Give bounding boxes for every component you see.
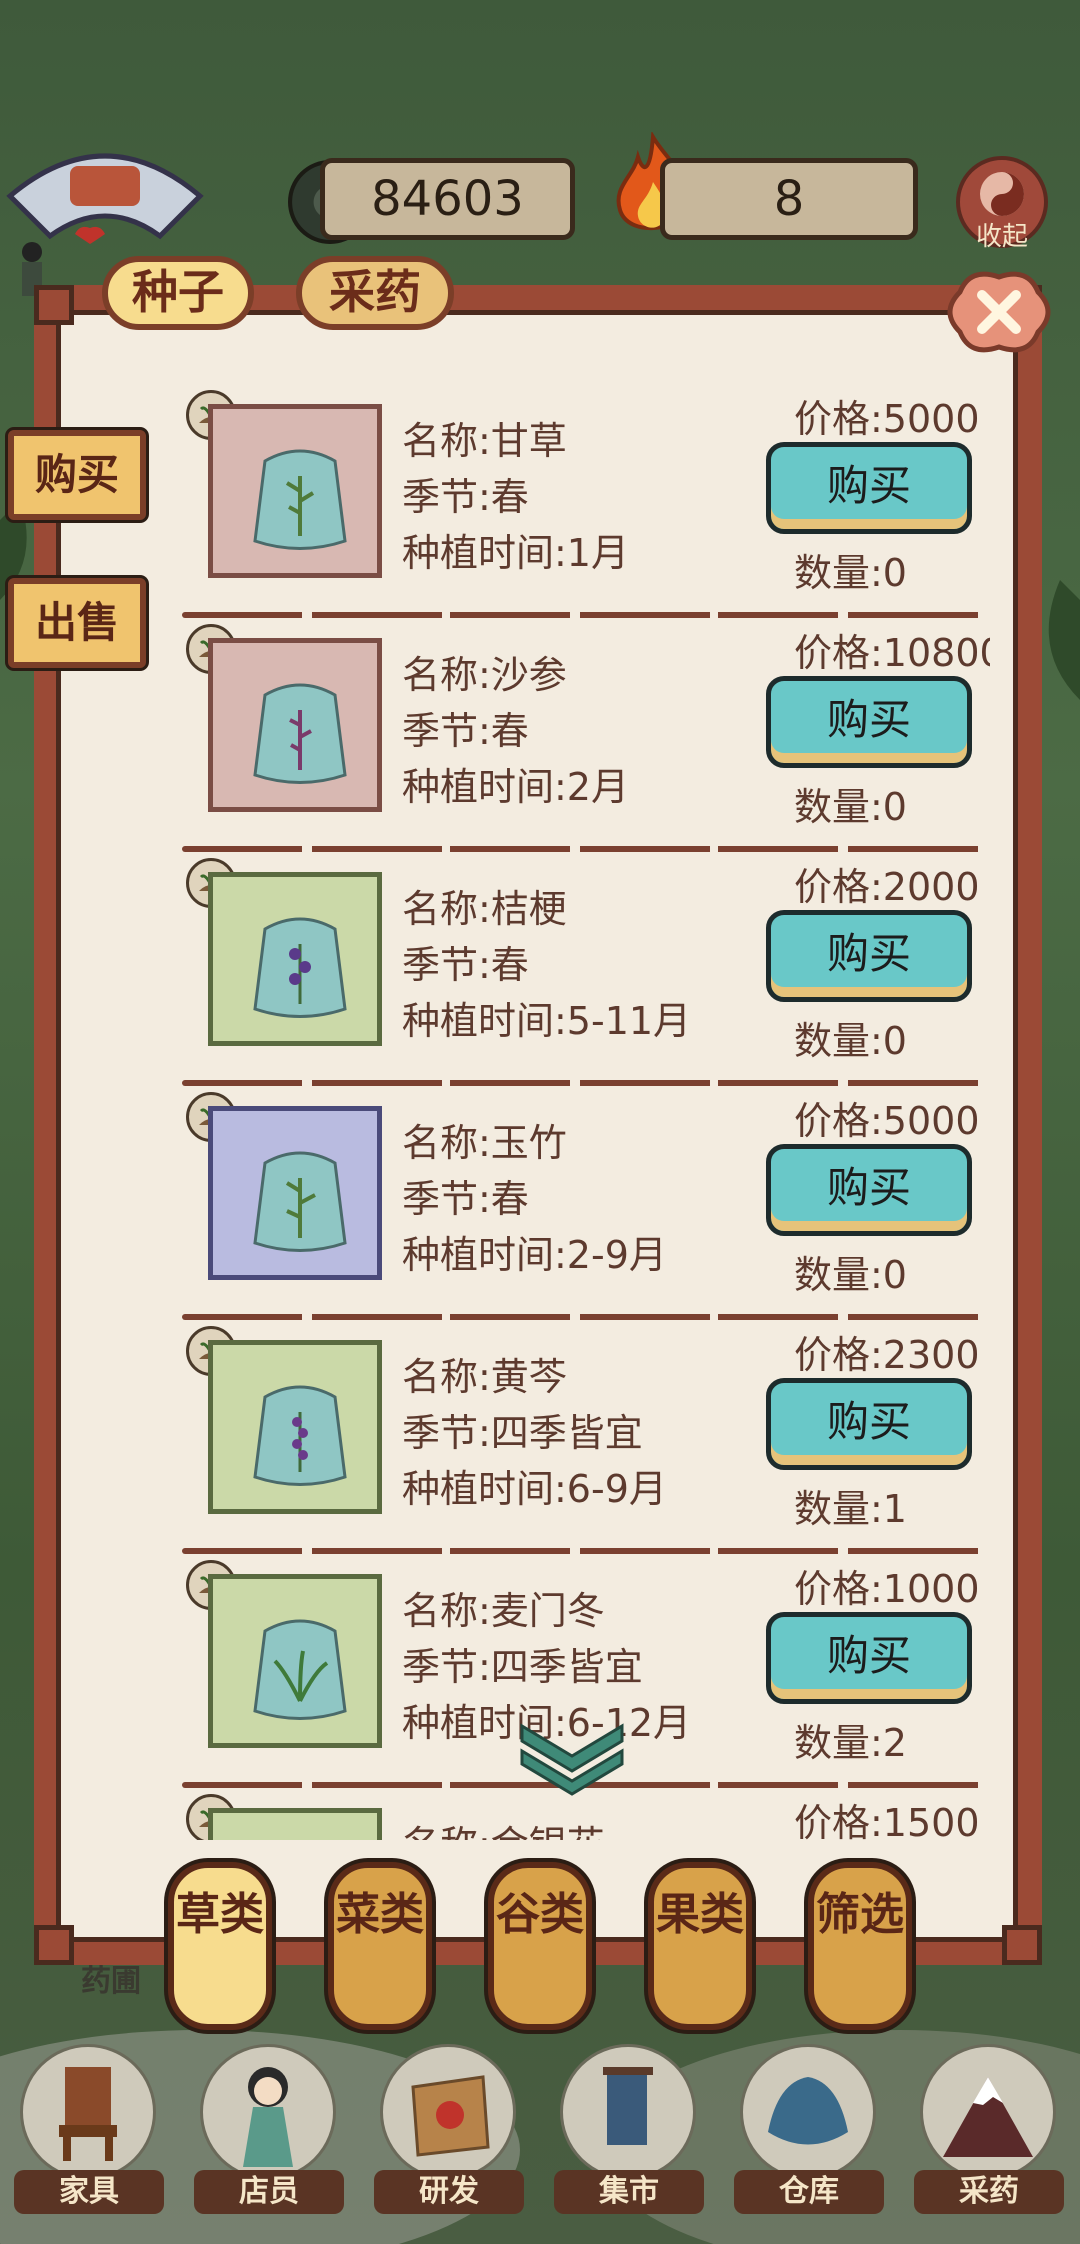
item-price: 价格:1500 (794, 1801, 980, 1840)
nav-research-label: 研发 (374, 2170, 524, 2214)
list-item: 名称:黄芩 季节:四季皆宜 种植时间:6-9月 价格:2300 购买 数量:1 (90, 1306, 990, 1540)
item-season: 季节:四季皆宜 (402, 1645, 643, 1689)
category-filter[interactable]: 筛选 (808, 1862, 912, 2030)
item-quantity: 数量:1 (794, 1487, 907, 1531)
coin-value: 84603 (371, 171, 524, 227)
item-name: 名称:甘草 (402, 419, 567, 463)
item-name: 名称:沙参 (402, 653, 567, 697)
seed-bag-image (208, 1340, 382, 1514)
fire-value: 8 (773, 171, 805, 227)
seed-list[interactable]: 名称:甘草 季节:春 种植时间:1月 价格:5000 购买 数量:0 名称:沙参… (90, 370, 990, 1840)
item-season: 季节:春 (402, 475, 529, 519)
item-price: 价格:5000 (794, 1099, 980, 1143)
nav-staff-label: 店员 (194, 2170, 344, 2214)
panel-corner (1002, 1925, 1042, 1965)
item-season: 季节:春 (402, 943, 529, 987)
buy-button[interactable]: 购买 (766, 910, 972, 1002)
chair-icon (59, 2067, 117, 2161)
buy-button[interactable]: 购买 (766, 1612, 972, 1704)
fire-counter: 8 (660, 158, 918, 240)
item-price: 价格:1000 (794, 1567, 980, 1611)
scroll-down-icon[interactable] (512, 1716, 632, 1796)
bundle-icon (768, 2077, 848, 2145)
list-item: 名称:甘草 季节:春 种植时间:1月 价格:5000 购买 数量:0 (90, 370, 990, 604)
item-price: 价格:2300 (794, 1333, 980, 1377)
seed-bag-icon (253, 1619, 347, 1720)
item-quantity: 数量:0 (794, 551, 907, 595)
nav-gather-herbs-label: 采药 (914, 2170, 1064, 2214)
nav-gather-herbs[interactable] (920, 2044, 1056, 2180)
buy-button[interactable]: 购买 (766, 1144, 972, 1236)
category-fruits[interactable]: 果类 (648, 1862, 752, 2030)
item-planting-time: 种植时间:1月 (402, 531, 629, 575)
item-season: 季节:春 (402, 1177, 529, 1221)
item-season: 季节:四季皆宜 (402, 1411, 643, 1455)
research-icon (411, 2075, 490, 2157)
item-price: 价格:10800 (794, 631, 990, 675)
item-planting-time: 种植时间:2月 (402, 765, 629, 809)
panel-corner (34, 285, 74, 325)
nav-market[interactable] (560, 2044, 696, 2180)
seed-bag-icon (253, 1385, 347, 1486)
item-name: 名称:麦门冬 (402, 1589, 605, 1633)
seed-bag-icon (253, 1151, 347, 1252)
item-name: 名称:黄芩 (402, 1355, 567, 1399)
category-vegetables[interactable]: 菜类 (328, 1862, 432, 2030)
coin-counter: 84603 (320, 158, 575, 240)
staff-icon (243, 2067, 293, 2167)
item-quantity: 数量:0 (794, 1019, 907, 1063)
nav-warehouse-label: 仓库 (734, 2170, 884, 2214)
seed-bag-icon (253, 683, 347, 784)
seed-bag-image (208, 1106, 382, 1280)
category-grains[interactable]: 谷类 (488, 1862, 592, 2030)
close-button[interactable] (940, 262, 1058, 362)
seed-bag-icon (253, 917, 347, 1018)
item-name: 名称:玉竹 (402, 1121, 567, 1165)
list-item: 名称:桔梗 季节:春 种植时间:5-11月 价格:2000 购买 数量:0 (90, 838, 990, 1072)
item-quantity: 数量:2 (794, 1721, 907, 1765)
item-quantity: 数量:0 (794, 1253, 907, 1297)
item-planting-time: 种植时间:2-9月 (402, 1233, 667, 1277)
seed-bag-image (208, 1574, 382, 1748)
item-price: 价格:2000 (794, 865, 980, 909)
mountain-icon (943, 2077, 1033, 2157)
nav-market-label: 集市 (554, 2170, 704, 2214)
seed-bag-icon (253, 449, 347, 550)
item-name: 名称:金银花 (402, 1814, 605, 1840)
tab-gather-herbs[interactable]: 采药 (296, 256, 454, 330)
nav-warehouse[interactable] (740, 2044, 876, 2180)
seed-bag-image (208, 872, 382, 1046)
store-emblem-icon[interactable] (0, 136, 210, 246)
item-name: 名称:桔梗 (402, 887, 567, 931)
category-herbs[interactable]: 草类 (168, 1862, 272, 2030)
collapse-label: 收起 (975, 222, 1028, 252)
list-item: 名称:沙参 季节:春 种植时间:2月 价格:10800 购买 数量:0 (90, 604, 990, 838)
buy-button[interactable]: 购买 (766, 676, 972, 768)
item-quantity: 数量:0 (794, 785, 907, 829)
seed-bag-image (208, 404, 382, 578)
item-season: 季节:春 (402, 709, 529, 753)
buy-button[interactable]: 购买 (766, 1378, 972, 1470)
nav-furniture[interactable] (20, 2044, 156, 2180)
nav-staff[interactable] (200, 2044, 336, 2180)
item-price: 价格:5000 (794, 397, 980, 441)
market-icon (603, 2067, 653, 2145)
list-item: 名称:玉竹 季节:春 种植时间:2-9月 价格:5000 购买 数量:0 (90, 1072, 990, 1306)
seed-bag-image (208, 1808, 382, 1840)
herb-garden-label[interactable]: 药圃 (56, 1956, 166, 2000)
nav-furniture-label: 家具 (14, 2170, 164, 2214)
seed-bag-image (208, 638, 382, 812)
buy-button[interactable]: 购买 (766, 442, 972, 534)
tab-seeds[interactable]: 种子 (102, 256, 254, 330)
item-planting-time: 种植时间:6-9月 (402, 1467, 667, 1511)
nav-research[interactable] (380, 2044, 516, 2180)
item-planting-time: 种植时间:5-11月 (402, 999, 692, 1043)
